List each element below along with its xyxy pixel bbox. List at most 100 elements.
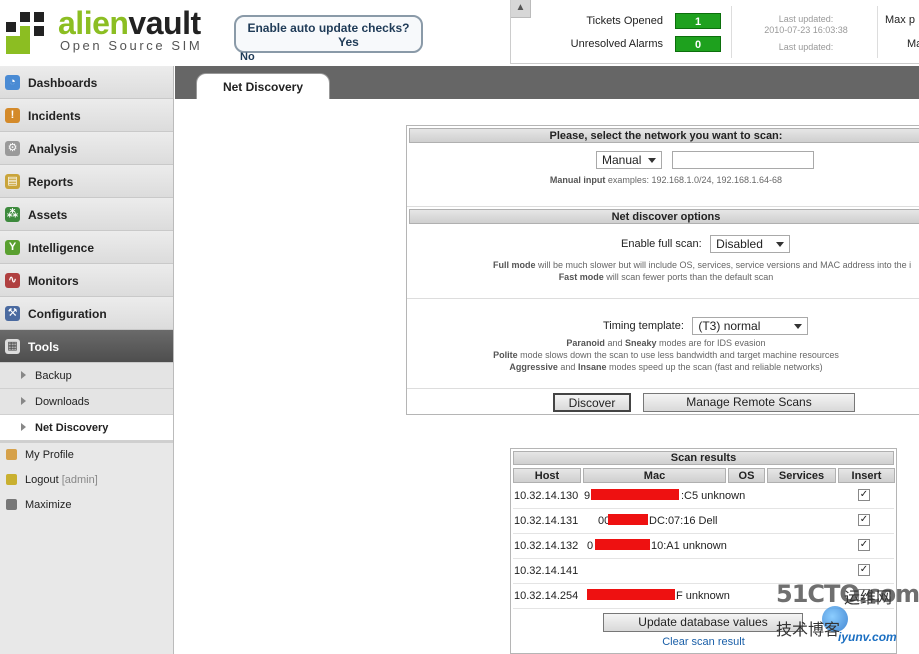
timing-template-label: Timing template: (603, 320, 684, 332)
full-mode-hint: Full mode will be much slower but will i… (493, 260, 912, 270)
paranoid-hint: Paranoid and Sneaky modes are for IDS ev… (566, 338, 766, 348)
network-section: Manual Manual input examples: 192.168.1.… (407, 143, 919, 207)
auto-update-no-link[interactable]: No (240, 51, 255, 63)
table-row: 10.32.14.132 0 10:A1 unknown ✓ (513, 534, 894, 559)
redaction-mark (608, 514, 648, 525)
scan-results-title: Scan results (513, 451, 894, 465)
redaction-mark (595, 539, 650, 550)
assets-icon: ⁂ (5, 207, 20, 222)
options-section-title: Net discover options (409, 209, 919, 224)
max-label-2: Ma (907, 38, 919, 50)
site-watermark: 51CTO.com 运维网 技术博客 iyunv.com (772, 578, 919, 654)
logout-icon (6, 474, 17, 485)
watermark-line2: 技术博客 (776, 622, 841, 639)
logout-link[interactable]: Logout [admin] (0, 468, 173, 493)
sidebar-item-analysis[interactable]: ⚙ Analysis (0, 132, 173, 165)
tools-icon: ▦ (5, 339, 20, 354)
full-scan-label: Enable full scan: (621, 238, 702, 250)
sidebar-item-monitors[interactable]: ∿ Monitors (0, 264, 173, 297)
chevron-down-icon (776, 242, 785, 247)
brand-subtitle: Open Source SIM (60, 38, 203, 53)
redaction-mark (587, 589, 675, 600)
redaction-mark (591, 489, 679, 500)
sidebar-item-incidents[interactable]: ! Incidents (0, 99, 173, 132)
header: alienvault Open Source SIM Enable auto u… (0, 0, 919, 66)
sidebar-item-intelligence[interactable]: Y Intelligence (0, 231, 173, 264)
reports-icon: ▤ (5, 174, 20, 189)
insert-checkbox[interactable]: ✓ (858, 489, 870, 501)
watermark-url: iyunv.com (838, 630, 897, 644)
brand-name: alienvault (58, 5, 201, 41)
network-input[interactable] (672, 151, 815, 169)
watermark-line1: 运维网 (844, 590, 893, 607)
maximize-link[interactable]: Maximize (0, 493, 173, 518)
column-mac: Mac (583, 468, 726, 483)
unresolved-alarms-count[interactable]: 0 (675, 36, 721, 52)
maximize-icon (6, 499, 17, 510)
stats-panel: ▲ Tickets Opened 1 Unresolved Alarms 0 L… (510, 0, 919, 64)
auto-update-prompt: Enable auto update checks? Yes (234, 15, 423, 53)
table-row: 10.32.14.130 9 :C5 unknown ✓ (513, 484, 894, 509)
sidebar-subitem-backup[interactable]: Backup (0, 363, 173, 389)
manage-remote-scans-button[interactable]: Manage Remote Scans (643, 393, 855, 412)
timing-template-select[interactable]: (T3) normal (692, 317, 809, 335)
last-updated-2: Last updated: (778, 42, 834, 52)
monitors-icon: ∿ (5, 273, 20, 288)
chevron-right-icon (21, 423, 26, 431)
intelligence-icon: Y (5, 240, 20, 255)
column-os: OS (728, 468, 765, 483)
chevron-right-icon (21, 397, 26, 405)
tickets-opened-row: Tickets Opened 1 (541, 13, 721, 31)
last-updated: Last updated: 2010-07-23 16:03:38 (764, 14, 848, 35)
main-content: Please, select the network you want to s… (175, 99, 919, 654)
tab-bar: Net Discovery (175, 66, 919, 99)
full-scan-section: Enable full scan: Disabled Full mode wil… (407, 224, 919, 299)
network-section-title: Please, select the network you want to s… (409, 128, 919, 143)
auto-update-question: Enable auto update checks? (247, 21, 410, 35)
auto-update-yes-link[interactable]: Yes (236, 35, 421, 49)
full-scan-select[interactable]: Disabled (710, 235, 791, 253)
insert-checkbox[interactable]: ✓ (858, 539, 870, 551)
sidebar-subitem-downloads[interactable]: Downloads (0, 389, 173, 415)
fast-mode-hint: Fast mode will scan fewer ports than the… (558, 272, 774, 282)
network-mode-select[interactable]: Manual (596, 151, 662, 169)
timing-section: Timing template: (T3) normal Paranoid an… (407, 299, 919, 387)
sidebar-item-configuration[interactable]: ⚒ Configuration (0, 297, 173, 330)
sidebar: ◔ Dashboards ! Incidents ⚙ Analysis ▤ Re… (0, 66, 174, 654)
sidebar-item-reports[interactable]: ▤ Reports (0, 165, 173, 198)
tab-net-discovery[interactable]: Net Discovery (196, 73, 330, 99)
sidebar-item-tools[interactable]: ▦ Tools (0, 330, 173, 363)
user-icon (6, 449, 17, 460)
dashboards-icon: ◔ (5, 75, 20, 90)
insert-checkbox[interactable]: ✓ (858, 564, 870, 576)
sidebar-item-assets[interactable]: ⁂ Assets (0, 198, 173, 231)
stats-divider (731, 6, 732, 58)
collapse-stats-icon[interactable]: ▲ (511, 0, 531, 18)
sidebar-item-dashboards[interactable]: ◔ Dashboards (0, 66, 173, 99)
aggressive-hint: Aggressive and Insane modes speed up the… (509, 362, 823, 372)
network-hint: Manual input examples: 192.168.1.0/24, 1… (549, 175, 783, 185)
stats-divider-2 (877, 6, 878, 58)
column-services: Services (767, 468, 836, 483)
scan-options-panel: Please, select the network you want to s… (406, 125, 919, 415)
tickets-opened-count[interactable]: 1 (675, 13, 721, 29)
chevron-down-icon (794, 324, 803, 329)
column-insert: Insert (838, 468, 895, 483)
my-profile-link[interactable]: My Profile (0, 443, 173, 468)
discover-button[interactable]: Discover (553, 393, 631, 412)
column-host: Host (513, 468, 581, 483)
unresolved-alarms-label: Unresolved Alarms (570, 38, 663, 50)
incidents-icon: ! (5, 108, 20, 123)
buttons-divider (407, 388, 919, 389)
insert-checkbox[interactable]: ✓ (858, 514, 870, 526)
configuration-icon: ⚒ (5, 306, 20, 321)
sidebar-subitem-net-discovery[interactable]: Net Discovery (0, 415, 173, 441)
max-label: Max p (885, 14, 915, 26)
analysis-icon: ⚙ (5, 141, 20, 156)
alienvault-logo-icon (6, 12, 52, 54)
chevron-down-icon (648, 158, 656, 163)
unresolved-alarms-row: Unresolved Alarms 0 (541, 36, 721, 54)
chevron-right-icon (21, 371, 26, 379)
polite-hint: Polite mode slows down the scan to use l… (493, 350, 839, 360)
table-row: 10.32.14.131 00 DC:07:16 Dell ✓ (513, 509, 894, 534)
